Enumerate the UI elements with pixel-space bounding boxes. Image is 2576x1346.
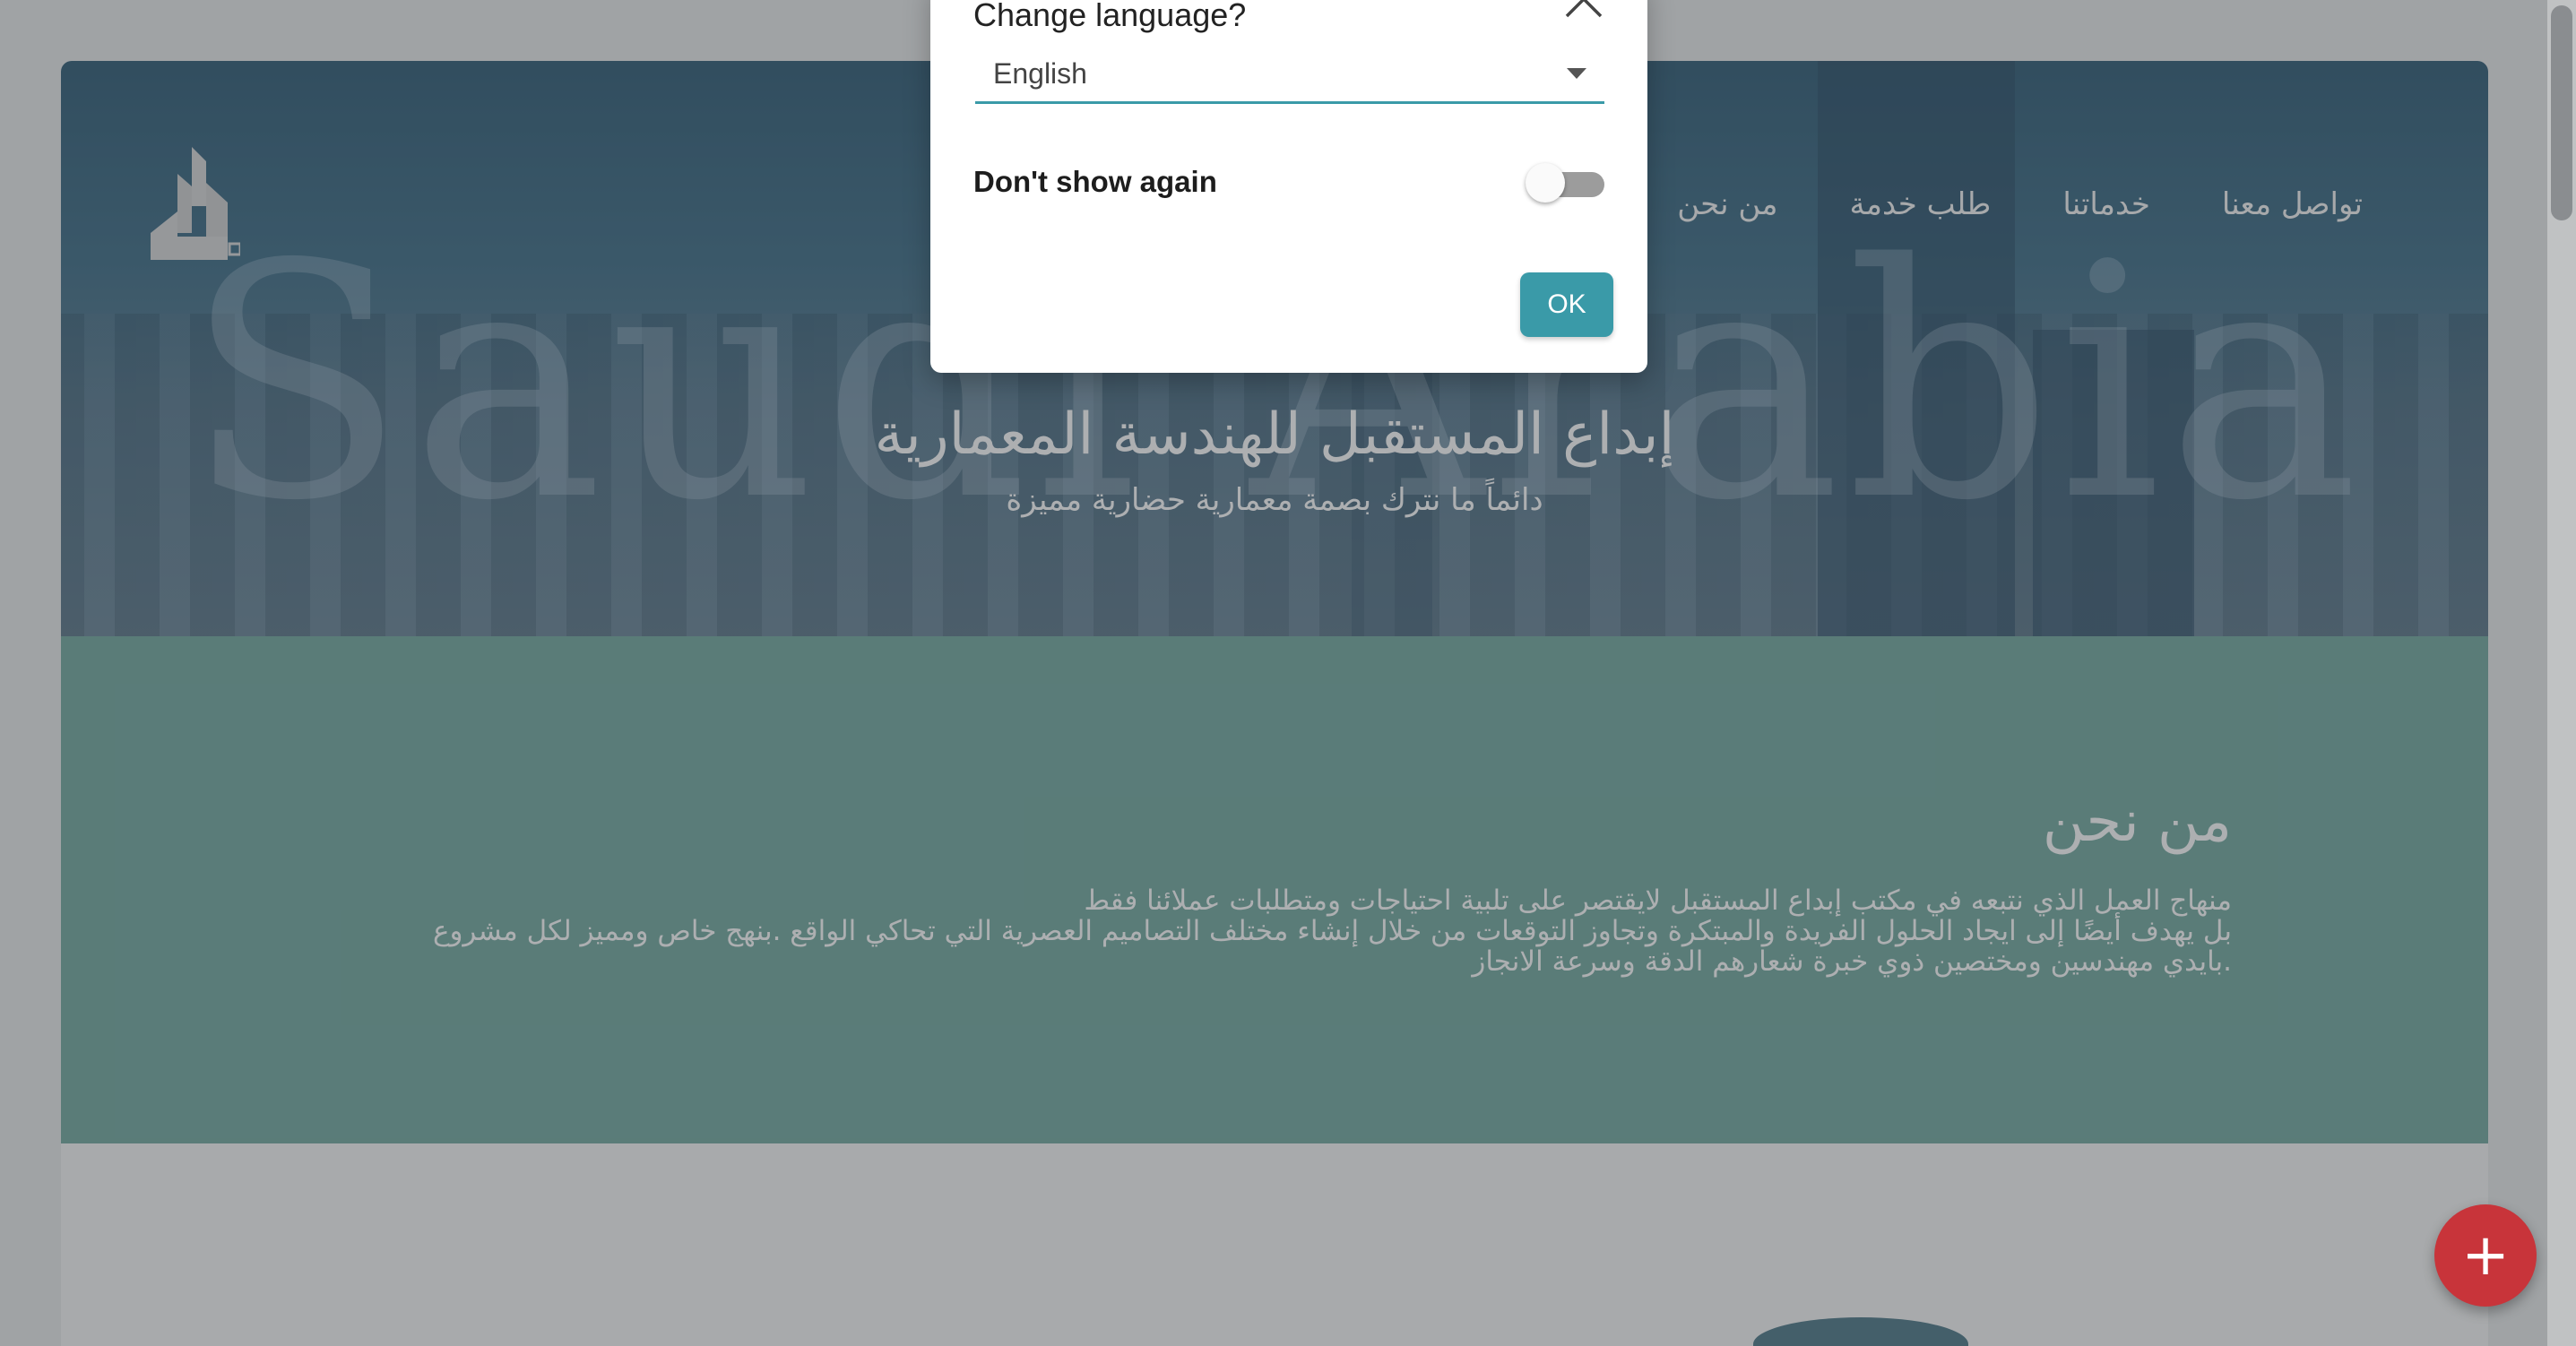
dialog-title: Change language?	[973, 0, 1247, 33]
language-select[interactable]: English	[975, 48, 1604, 104]
page-scrollbar[interactable]	[2547, 0, 2576, 1346]
ok-button[interactable]: OK	[1520, 272, 1613, 337]
plus-icon: +	[2461, 1222, 2510, 1289]
close-icon[interactable]	[1560, 0, 1608, 34]
dropdown-caret-icon	[1567, 68, 1586, 79]
toggle-knob	[1526, 163, 1565, 203]
change-language-dialog: Change language? English Don't show agai…	[930, 0, 1647, 373]
dont-show-label: Don't show again	[973, 165, 1217, 198]
floating-add-button[interactable]: +	[2434, 1204, 2537, 1307]
scrollbar-thumb[interactable]	[2551, 5, 2572, 220]
language-select-value: English	[993, 57, 1087, 90]
dont-show-toggle[interactable]	[1522, 161, 1608, 204]
